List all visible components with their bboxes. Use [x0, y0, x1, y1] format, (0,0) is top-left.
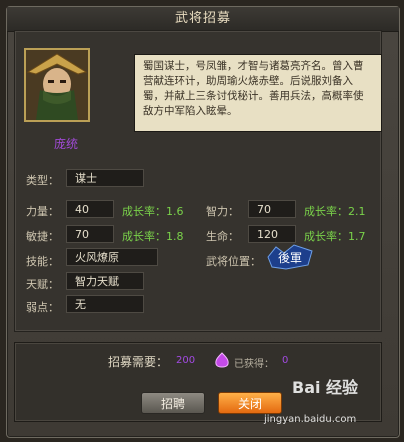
- character-description: 蜀国谋士，号凤雏，才智与诸葛亮齐名。曾入曹营献连环计，助周瑜火烧赤壁。后说服刘备…: [134, 54, 382, 132]
- recruit-cost-value: 200: [176, 355, 196, 366]
- intellect-label: 智力：: [206, 205, 239, 218]
- watermark-brand: Bai 经验: [292, 378, 359, 397]
- rear-army-badge: 後軍: [266, 243, 314, 271]
- agility-label: 敏捷：: [26, 230, 59, 243]
- strength-label: 力量：: [26, 205, 59, 218]
- owned-label: 已获得：: [234, 359, 274, 370]
- intellect-growth: 成长率：2.1: [304, 205, 366, 218]
- hire-button[interactable]: 招聘: [141, 392, 205, 414]
- talent-label: 天赋：: [26, 278, 59, 291]
- life-label: 生命：: [206, 230, 239, 243]
- type-value: 谋士: [66, 169, 144, 187]
- character-portrait: [24, 48, 90, 122]
- watermark-url: jingyan.baidu.com: [264, 414, 357, 425]
- talent-value[interactable]: 智力天赋: [66, 272, 144, 290]
- life-value: 120: [248, 225, 296, 243]
- strength-value: 40: [66, 200, 114, 218]
- character-name: 庞统: [54, 137, 79, 151]
- agility-value: 70: [66, 225, 114, 243]
- owned-value: 0: [282, 355, 289, 366]
- skill-value[interactable]: 火风燎原: [66, 248, 158, 266]
- strength-growth: 成长率：1.6: [122, 205, 184, 218]
- intellect-value: 70: [248, 200, 296, 218]
- position-label: 武将位置：: [206, 255, 261, 268]
- purple-gem-icon: [214, 352, 230, 370]
- weakness-value: 无: [66, 295, 144, 313]
- skill-label: 技能：: [26, 255, 59, 268]
- close-button[interactable]: 关闭: [218, 392, 282, 414]
- window-title: 武将招募: [7, 7, 399, 32]
- life-growth: 成长率：1.7: [304, 230, 366, 243]
- type-label: 类型：: [26, 174, 59, 187]
- agility-growth: 成长率：1.8: [122, 230, 184, 243]
- weakness-label: 弱点：: [26, 301, 59, 314]
- position-badge-text: 後軍: [278, 251, 302, 265]
- recruit-cost-label: 招募需要：: [108, 355, 169, 369]
